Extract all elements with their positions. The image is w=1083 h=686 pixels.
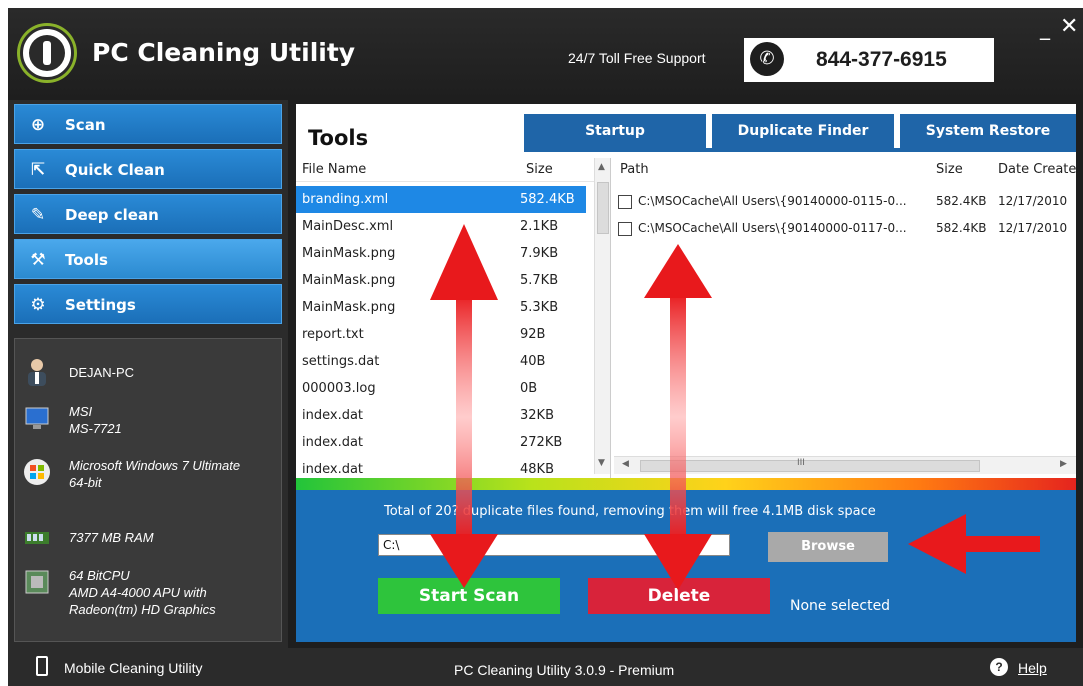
arrow-to-browse <box>908 514 1040 574</box>
arrow-to-path-list <box>644 244 712 590</box>
arrow-to-file-list <box>430 224 498 588</box>
annotation-arrows <box>430 224 1040 590</box>
